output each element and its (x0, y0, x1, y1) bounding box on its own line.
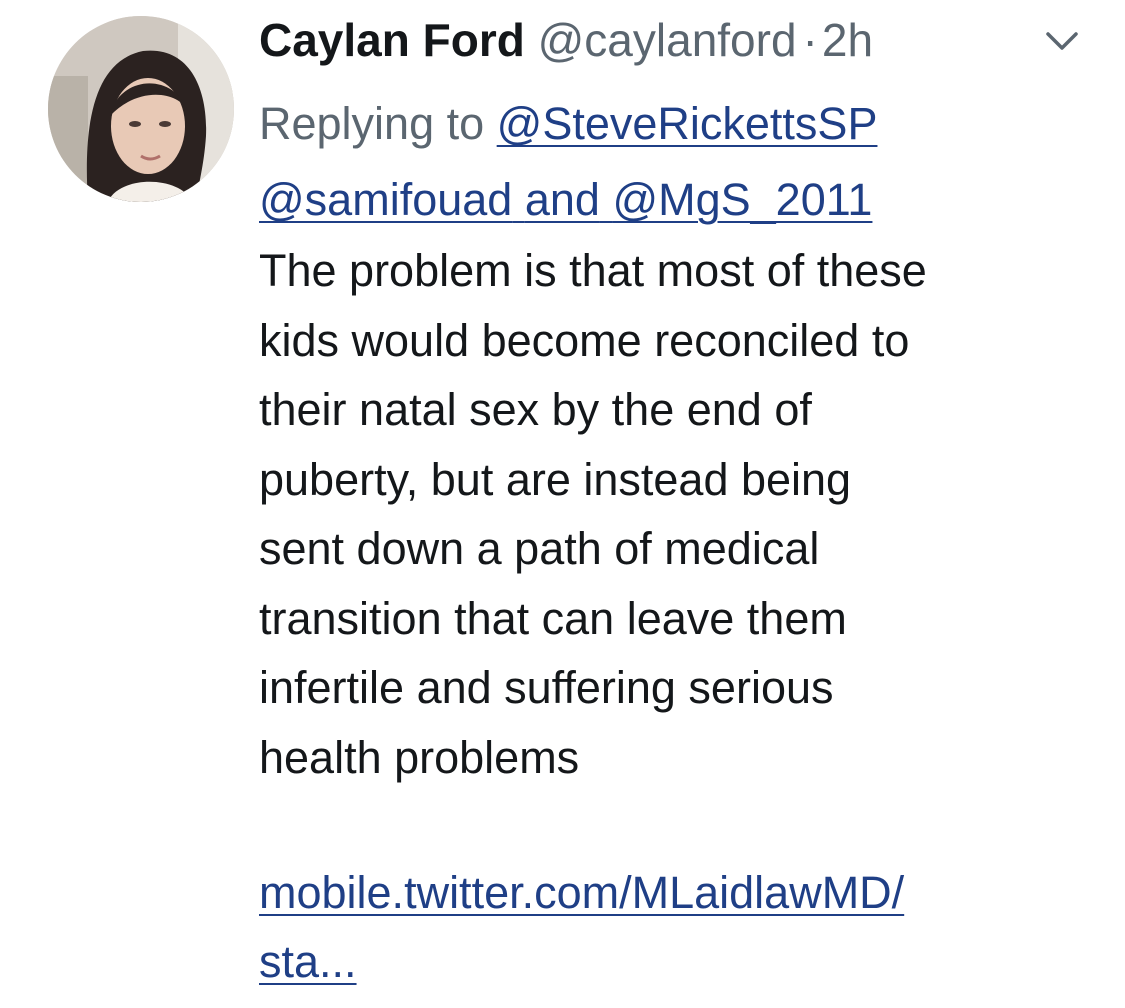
replying-to: Replying to @SteveRickettsSP @samifouad … (259, 86, 1089, 238)
avatar[interactable] (48, 16, 234, 202)
mention-link[interactable]: @samifouad and @MgS_2011 (259, 174, 872, 225)
display-name[interactable]: Caylan Ford (259, 14, 525, 66)
tweet-url-link[interactable]: mobile.twitter.com/MLaidlawMD/ sta... (259, 858, 1099, 996)
tweet-url-line[interactable]: mobile.twitter.com/MLaidlawMD/ (259, 867, 904, 918)
chevron-down-icon[interactable] (1040, 24, 1084, 56)
mention-link[interactable]: @SteveRickettsSP (497, 98, 878, 149)
timestamp[interactable]: 2h (822, 14, 873, 66)
tweet-header: Caylan Ford @caylanford ·2h (259, 14, 873, 74)
replying-to-label: Replying to (259, 98, 485, 149)
tweet-url-line[interactable]: sta... (259, 936, 357, 987)
separator-dot: · (802, 14, 818, 66)
user-handle[interactable]: @caylanford (538, 14, 797, 66)
tweet-text: The problem is that most of these kids w… (259, 245, 927, 783)
